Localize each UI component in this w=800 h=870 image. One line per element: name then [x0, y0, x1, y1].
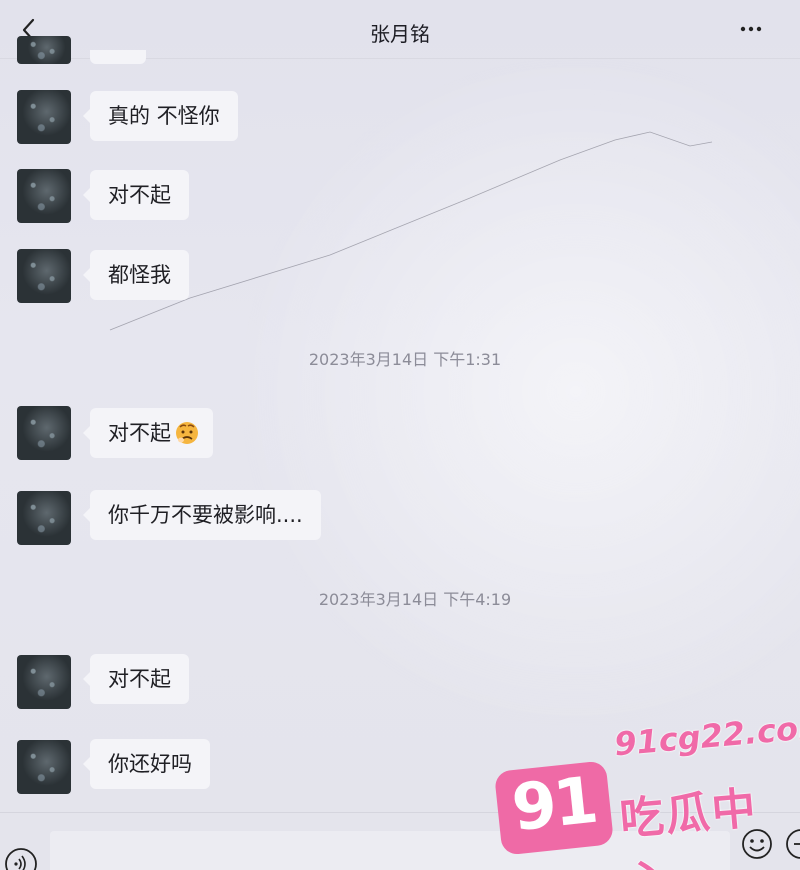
contact-avatar[interactable] — [17, 36, 71, 64]
message-bubble[interactable]: 都怪我 — [83, 250, 189, 300]
contact-avatar[interactable] — [17, 740, 71, 794]
message-bubble[interactable]: 你千万不要被影响.... — [83, 490, 321, 540]
chat-title: 张月铭 — [370, 22, 430, 46]
contact-avatar[interactable] — [17, 169, 71, 223]
message-bubble-partial — [90, 50, 146, 64]
message-bubble[interactable]: 对不起 — [83, 170, 189, 220]
contact-avatar[interactable] — [17, 655, 71, 709]
message-timestamp: 2023年3月14日 下午1:31 — [308, 350, 502, 369]
message-bubble[interactable]: 你还好吗 — [83, 739, 210, 789]
watermark-domain: 91cg22.com — [612, 706, 800, 764]
contact-avatar[interactable] — [17, 249, 71, 303]
message-bubble[interactable]: 真的 不怪你 — [83, 91, 238, 141]
contact-avatar[interactable] — [17, 90, 71, 144]
message-text: 对不起 — [108, 421, 171, 445]
voice-input-icon[interactable] — [4, 847, 38, 870]
watermark-name: 吃瓜中心 — [617, 782, 760, 870]
contact-avatar[interactable] — [17, 406, 71, 460]
message-bubble[interactable]: 对不起 — [83, 408, 213, 458]
watermark-badge: 91 — [493, 760, 615, 856]
more-options-icon[interactable] — [736, 16, 766, 42]
contact-avatar[interactable] — [17, 491, 71, 545]
message-bubble[interactable]: 对不起 — [83, 654, 189, 704]
watermark-logo: 91 91cg22.com 吃瓜中心 — [493, 707, 800, 870]
message-timestamp: 2023年3月14日 下午4:19 — [318, 590, 512, 609]
sad-face-emoji-icon — [176, 422, 198, 444]
